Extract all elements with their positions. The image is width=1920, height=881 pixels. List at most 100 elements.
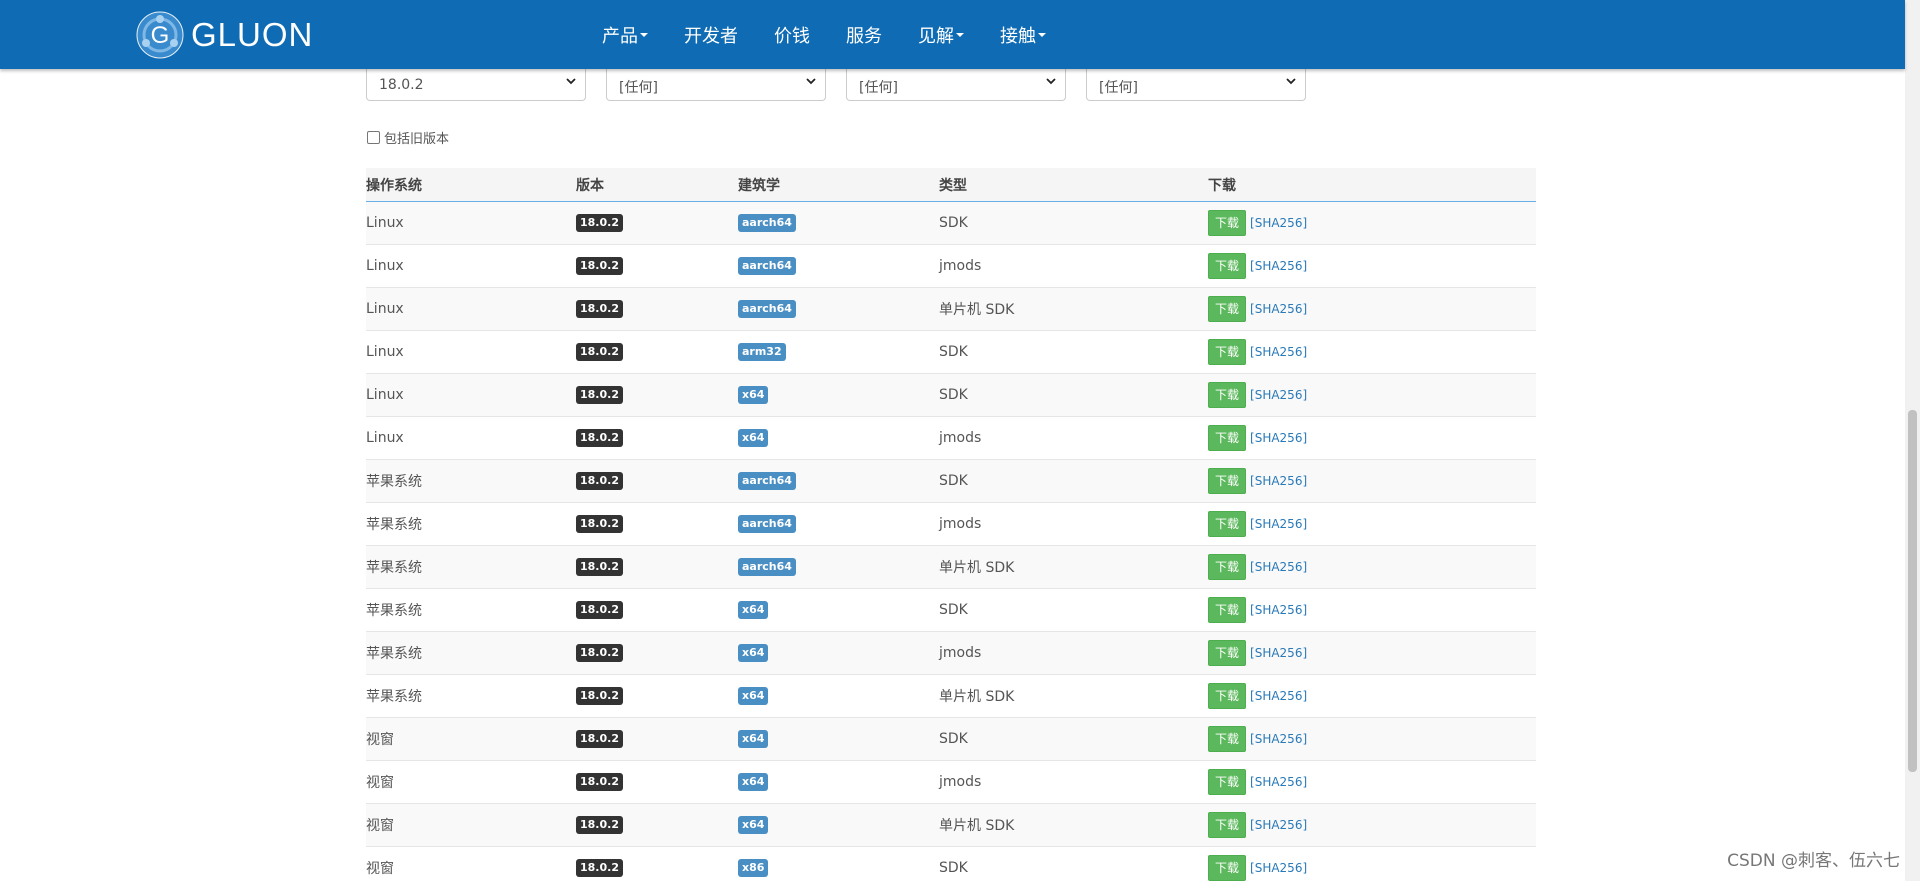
- cell-version: 18.0.2: [576, 214, 738, 232]
- sha256-link[interactable]: [SHA256]: [1250, 431, 1307, 445]
- chevron-down-icon: [806, 78, 816, 85]
- include-old-checkbox[interactable]: [367, 131, 380, 144]
- cell-download: 下载 [SHA256]: [1208, 339, 1536, 365]
- header-arch: 建筑学: [738, 177, 780, 194]
- sha256-link[interactable]: [SHA256]: [1250, 818, 1307, 832]
- arch-badge: arm32: [738, 343, 786, 361]
- cell-arch: aarch64: [738, 214, 939, 232]
- sha256-link[interactable]: [SHA256]: [1250, 732, 1307, 746]
- sha256-link[interactable]: [SHA256]: [1250, 861, 1307, 875]
- version-badge: 18.0.2: [576, 214, 623, 232]
- cell-os: Linux: [366, 258, 404, 274]
- version-badge: 18.0.2: [576, 816, 623, 834]
- cell-version: 18.0.2: [576, 257, 738, 275]
- download-button[interactable]: 下载: [1208, 296, 1247, 322]
- download-button[interactable]: 下载: [1208, 855, 1247, 881]
- table-row: 苹果系统 18.0.2 x64 单片机 SDK 下载 [SHA256]: [366, 675, 1536, 718]
- cell-download: 下载 [SHA256]: [1208, 296, 1536, 322]
- table-row: Linux 18.0.2 x64 SDK 下载 [SHA256]: [366, 374, 1536, 417]
- nav-item-products[interactable]: 产品: [585, 22, 667, 48]
- arch-badge: x64: [738, 816, 769, 834]
- nav-item-developers[interactable]: 开发者: [667, 22, 757, 48]
- sha256-link[interactable]: [SHA256]: [1250, 517, 1307, 531]
- nav-item-contact[interactable]: 接触: [983, 22, 1065, 48]
- cell-download: 下载 [SHA256]: [1208, 425, 1536, 451]
- sha256-link[interactable]: [SHA256]: [1250, 345, 1307, 359]
- download-button[interactable]: 下载: [1208, 640, 1247, 666]
- sha256-link[interactable]: [SHA256]: [1250, 646, 1307, 660]
- cell-type: SDK: [939, 731, 968, 747]
- cell-type: jmods: [939, 645, 982, 661]
- sha256-link[interactable]: [SHA256]: [1250, 302, 1307, 316]
- sha256-link[interactable]: [SHA256]: [1250, 775, 1307, 789]
- download-button[interactable]: 下载: [1208, 769, 1247, 795]
- version-badge: 18.0.2: [576, 601, 623, 619]
- cell-type: jmods: [939, 516, 982, 532]
- vertical-scrollbar[interactable]: [1905, 0, 1920, 881]
- table-row: 苹果系统 18.0.2 aarch64 单片机 SDK 下载 [SHA256]: [366, 546, 1536, 589]
- chevron-down-icon: [1046, 78, 1056, 85]
- sha256-link[interactable]: [SHA256]: [1250, 560, 1307, 574]
- download-button[interactable]: 下载: [1208, 683, 1247, 709]
- download-button[interactable]: 下载: [1208, 339, 1247, 365]
- cell-type: SDK: [939, 860, 968, 876]
- cell-version: 18.0.2: [576, 300, 738, 318]
- nav-label: 见解: [918, 25, 954, 47]
- type-select[interactable]: [任何]: [1086, 69, 1306, 101]
- sha256-link[interactable]: [SHA256]: [1250, 388, 1307, 402]
- cell-type: jmods: [939, 430, 982, 446]
- nav-item-insights[interactable]: 见解: [901, 22, 983, 48]
- cell-version: 18.0.2: [576, 386, 738, 404]
- table-row: 苹果系统 18.0.2 x64 jmods 下载 [SHA256]: [366, 632, 1536, 675]
- table-header: 操作系统 版本 建筑学 类型 下载: [366, 168, 1536, 202]
- download-button[interactable]: 下载: [1208, 468, 1247, 494]
- download-button[interactable]: 下载: [1208, 554, 1247, 580]
- table-row: Linux 18.0.2 aarch64 单片机 SDK 下载 [SHA256]: [366, 288, 1536, 331]
- download-button[interactable]: 下载: [1208, 812, 1247, 838]
- nav-item-services[interactable]: 服务: [829, 22, 901, 48]
- table-row: Linux 18.0.2 arm32 SDK 下载 [SHA256]: [366, 331, 1536, 374]
- cell-type: SDK: [939, 215, 968, 231]
- cell-os: 苹果系统: [366, 689, 422, 705]
- version-select[interactable]: 18.0.2: [366, 69, 586, 101]
- cell-arch: x64: [738, 773, 939, 791]
- top-navbar: G GLUON 产品 开发者 价钱 服务 见解 接触: [0, 0, 1905, 69]
- download-button[interactable]: 下载: [1208, 210, 1247, 236]
- os-select-value: [任何]: [619, 80, 658, 96]
- sha256-link[interactable]: [SHA256]: [1250, 474, 1307, 488]
- cell-os: 苹果系统: [366, 517, 422, 533]
- header-download: 下载: [1208, 177, 1236, 194]
- download-button[interactable]: 下载: [1208, 511, 1247, 537]
- brand-logo[interactable]: G GLUON: [135, 10, 313, 60]
- arch-select[interactable]: [任何]: [846, 69, 1066, 101]
- cell-download: 下载 [SHA256]: [1208, 597, 1536, 623]
- nav-item-pricing[interactable]: 价钱: [757, 22, 829, 48]
- table-row: 苹果系统 18.0.2 aarch64 SDK 下载 [SHA256]: [366, 460, 1536, 503]
- arch-badge: x64: [738, 773, 769, 791]
- cell-arch: arm32: [738, 343, 939, 361]
- cell-arch: x64: [738, 730, 939, 748]
- brand-wordmark: GLUON: [191, 16, 314, 53]
- download-button[interactable]: 下载: [1208, 425, 1247, 451]
- nav-label: 产品: [602, 25, 638, 47]
- download-button[interactable]: 下载: [1208, 253, 1247, 279]
- download-button[interactable]: 下载: [1208, 597, 1247, 623]
- chevron-down-icon: [1286, 78, 1296, 85]
- include-old-versions: 包括旧版本: [367, 128, 449, 147]
- cell-download: 下载 [SHA256]: [1208, 640, 1536, 666]
- sha256-link[interactable]: [SHA256]: [1250, 689, 1307, 703]
- arch-badge: x64: [738, 429, 769, 447]
- cell-version: 18.0.2: [576, 816, 738, 834]
- csdn-watermark: CSDN @刺客、伍六七: [1727, 851, 1900, 871]
- download-button[interactable]: 下载: [1208, 382, 1247, 408]
- download-button[interactable]: 下载: [1208, 726, 1247, 752]
- version-badge: 18.0.2: [576, 429, 623, 447]
- os-select[interactable]: [任何]: [606, 69, 826, 101]
- scrollbar-thumb[interactable]: [1908, 410, 1917, 772]
- gluon-logo-icon: G: [136, 11, 184, 59]
- sha256-link[interactable]: [SHA256]: [1250, 216, 1307, 230]
- sha256-link[interactable]: [SHA256]: [1250, 259, 1307, 273]
- cell-os: Linux: [366, 430, 404, 446]
- sha256-link[interactable]: [SHA256]: [1250, 603, 1307, 617]
- cell-arch: aarch64: [738, 558, 939, 576]
